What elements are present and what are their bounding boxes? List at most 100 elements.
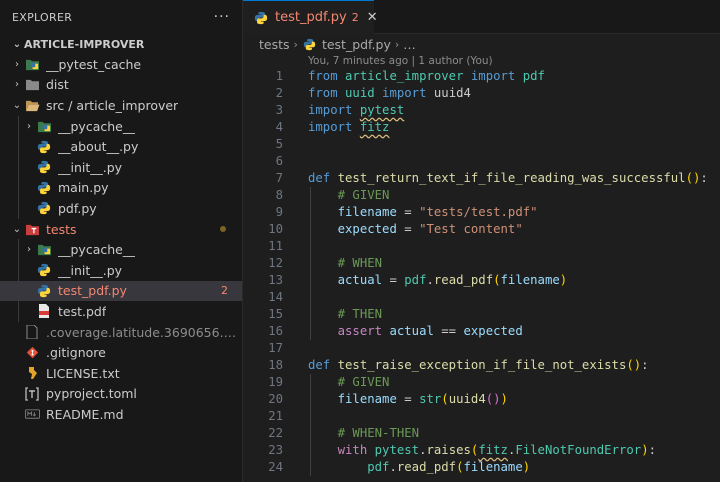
- tree-item[interactable]: __init__.py: [0, 156, 242, 178]
- tree-item[interactable]: .coverage.latitude.3690656.XHOa...: [0, 322, 242, 343]
- tree-item[interactable]: › __pytest_cache: [0, 54, 242, 75]
- line-number: 7: [275, 171, 283, 185]
- code-line[interactable]: 24 pdf.read_pdf(filename): [243, 459, 720, 476]
- tree-item[interactable]: test_pdf.py 2: [0, 280, 242, 302]
- code-token: read_pdf: [396, 460, 457, 474]
- tree-item[interactable]: .gitignore: [0, 342, 242, 363]
- line-number: 17: [268, 341, 283, 355]
- tree-item[interactable]: __init__.py: [0, 259, 242, 281]
- tree-item-label: main.py: [58, 180, 109, 196]
- code-text: filename = str(uuid4()): [308, 391, 508, 408]
- code-token: :: [641, 358, 649, 372]
- code-line[interactable]: 11: [243, 238, 720, 255]
- code-token: fitz: [478, 443, 508, 457]
- tab-test-pdf[interactable]: test_pdf.py 2 ✕: [243, 0, 378, 34]
- code-line[interactable]: 15 # THEN: [243, 306, 720, 323]
- code-token: uuid4: [433, 86, 471, 100]
- code-token: pdf: [367, 460, 390, 474]
- code-line[interactable]: 20 filename = str(uuid4()): [243, 391, 720, 408]
- code-token: .: [426, 273, 434, 287]
- breadcrumb-more[interactable]: …: [403, 37, 416, 52]
- code-line[interactable]: 19 # GIVEN: [243, 374, 720, 391]
- git-blame-annotation[interactable]: You, 7 minutes ago | 1 author (You): [308, 54, 493, 68]
- code-token: expected: [463, 324, 523, 338]
- tree-item-label: __pytest_cache: [46, 56, 142, 72]
- tree-item[interactable]: pyproject.toml: [0, 384, 242, 405]
- code-token: # GIVEN: [337, 188, 390, 202]
- code-line[interactable]: 23 with pytest.raises(fitz.FileNotFoundE…: [243, 442, 720, 459]
- tree-item[interactable]: pdf.py: [0, 198, 242, 219]
- close-icon[interactable]: ✕: [367, 10, 378, 25]
- indent-guide: [18, 301, 19, 322]
- code-token: # WHEN: [337, 256, 383, 270]
- markdown-file-icon: [24, 407, 40, 421]
- tree-item[interactable]: test.pdf: [0, 301, 242, 322]
- code-line[interactable]: 3 import pytest: [243, 102, 720, 119]
- tree-item[interactable]: › __pycache__: [0, 115, 242, 137]
- code-line[interactable]: 21: [243, 408, 720, 425]
- code-line[interactable]: 8 # GIVEN: [243, 187, 720, 204]
- tree-item[interactable]: ⌄ src / article_improver: [0, 95, 242, 116]
- code-token: (): [626, 358, 642, 372]
- tree-item[interactable]: › __pycache__: [0, 239, 242, 260]
- code-text: expected = "Test content": [308, 221, 523, 238]
- code-token: pytest: [359, 103, 405, 117]
- line-number: 23: [268, 443, 283, 457]
- code-text: def test_raise_exception_if_file_not_exi…: [308, 357, 649, 374]
- python-file-icon: [36, 284, 52, 298]
- chevron-right-icon: ›: [27, 244, 31, 256]
- test-folder-icon: [24, 222, 40, 236]
- code-line[interactable]: 7 def test_return_text_if_file_reading_wa…: [243, 170, 720, 187]
- code-line[interactable]: 5: [243, 136, 720, 153]
- line-number: 16: [268, 324, 283, 338]
- indent-guide: [310, 187, 311, 340]
- file-icon: [24, 325, 40, 340]
- indent-guide: [18, 115, 19, 137]
- code-text: # WHEN-THEN: [308, 425, 419, 442]
- code-text: # GIVEN: [308, 374, 390, 391]
- breadcrumb-folder[interactable]: tests: [259, 37, 290, 52]
- tree-item[interactable]: __about__.py: [0, 136, 242, 157]
- code-line[interactable]: 13 actual = pdf.read_pdf(filename): [243, 272, 720, 289]
- code-line[interactable]: 2 from uuid import uuid4: [243, 85, 720, 102]
- code-line[interactable]: 10 expected = "Test content": [243, 221, 720, 238]
- indent-guide: [18, 259, 19, 281]
- tree-item[interactable]: ⌄ tests: [0, 219, 242, 240]
- code-line[interactable]: 16 assert actual == expected: [243, 323, 720, 340]
- code-token: .: [389, 460, 397, 474]
- workspace-root[interactable]: ⌄ ARTICLE-IMPROVER: [0, 34, 242, 54]
- tree-item[interactable]: README.md: [0, 404, 242, 425]
- code-line[interactable]: 9 filename = "tests/test.pdf": [243, 204, 720, 221]
- python-file-icon: [36, 263, 52, 277]
- tree-item[interactable]: › dist: [0, 75, 242, 96]
- code-line[interactable]: 1 from article_improver import pdf: [243, 68, 720, 85]
- code-token: actual: [337, 273, 383, 287]
- chevron-right-icon: ›: [27, 120, 31, 132]
- tree-item-label: __pycache__: [58, 242, 136, 258]
- code-text: from article_improver import pdf: [308, 68, 545, 85]
- more-actions-icon[interactable]: ···: [214, 9, 230, 25]
- code-line[interactable]: 4 import fitz: [243, 119, 720, 136]
- tree-item[interactable]: main.py: [0, 177, 242, 199]
- code-line[interactable]: 18 def test_raise_exception_if_file_not_e…: [243, 357, 720, 374]
- tree-item[interactable]: LICENSE.txt: [0, 363, 242, 384]
- line-number: 12: [268, 256, 283, 270]
- breadcrumb-file[interactable]: test_pdf.py: [322, 37, 391, 52]
- code-line[interactable]: 17: [243, 340, 720, 357]
- code-line[interactable]: 22 # WHEN-THEN: [243, 425, 720, 442]
- code-line[interactable]: 14: [243, 289, 720, 306]
- code-text: import pytest: [308, 102, 404, 119]
- line-number: 10: [268, 222, 283, 236]
- workspace-root-label: ARTICLE-IMPROVER: [24, 37, 145, 51]
- git-icon: [24, 346, 40, 360]
- code-text: assert actual == expected: [308, 323, 523, 340]
- python-file-icon: [36, 140, 52, 154]
- line-number: 13: [268, 273, 283, 287]
- code-line[interactable]: 6: [243, 153, 720, 170]
- explorer-header: EXPLORER ···: [0, 0, 242, 34]
- code-line[interactable]: 12 # WHEN: [243, 255, 720, 272]
